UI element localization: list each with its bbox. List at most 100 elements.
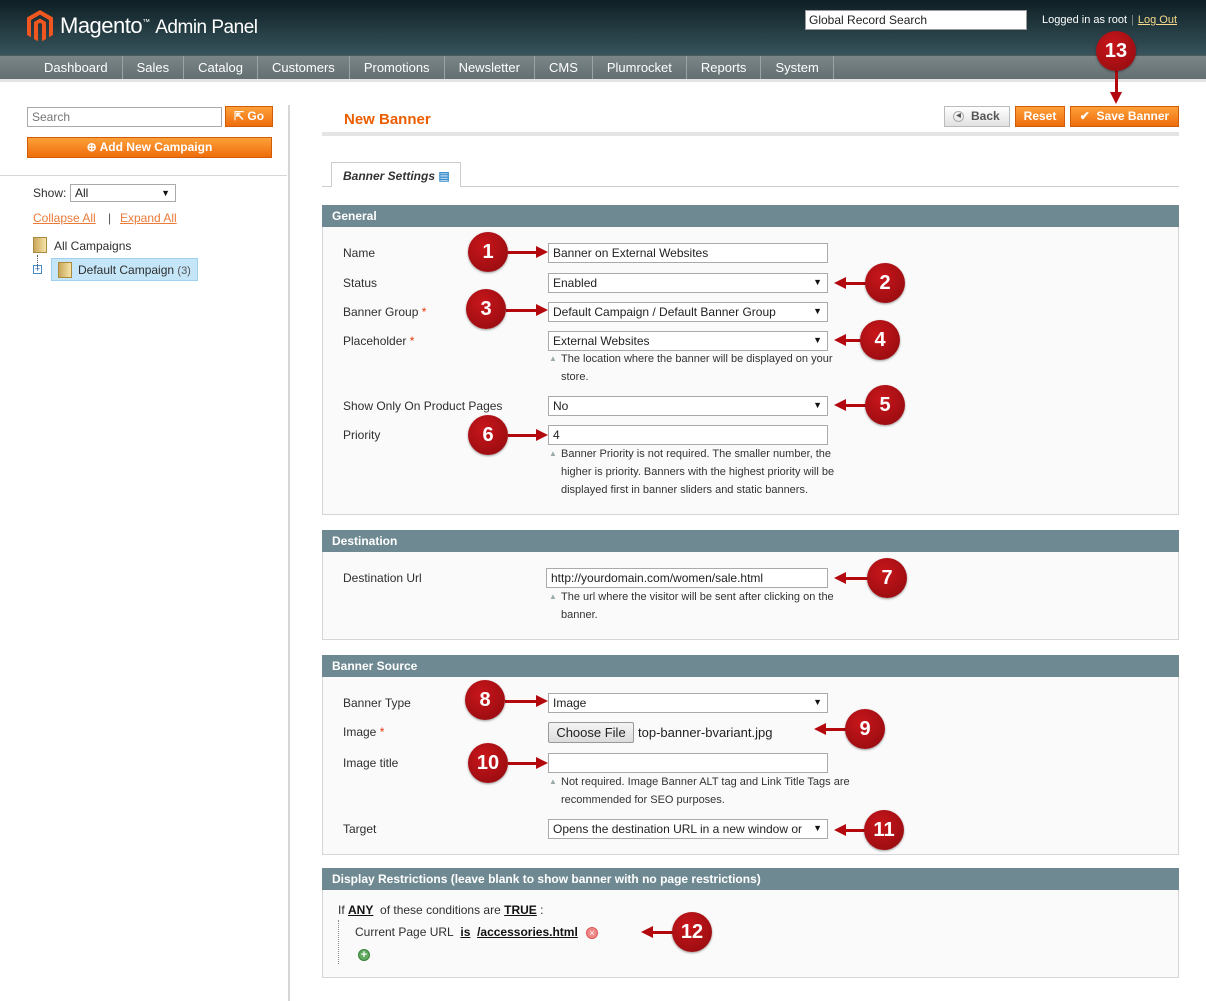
tree-default-campaign[interactable]: Default Campaign (3) xyxy=(51,258,198,281)
image-title-label: Image title xyxy=(343,756,399,770)
save-banner-button[interactable]: ✔ Save Banner xyxy=(1070,106,1179,127)
magento-logo-icon xyxy=(27,10,53,42)
image-title-input[interactable] xyxy=(548,753,828,773)
callout-12: 12 xyxy=(672,912,712,952)
target-label: Target xyxy=(343,822,377,836)
operator-link[interactable]: is xyxy=(460,925,470,939)
add-condition-icon[interactable]: + xyxy=(358,949,370,961)
banner-group-select[interactable]: Default Campaign / Default Banner Group xyxy=(548,302,828,322)
logout-link[interactable]: Log Out xyxy=(1138,14,1177,26)
banner-type-select[interactable]: Image xyxy=(548,693,828,713)
callout-6: 6 xyxy=(468,415,508,455)
reset-button[interactable]: Reset xyxy=(1015,106,1065,127)
callout-arrowhead xyxy=(1110,92,1122,104)
callout-3: 3 xyxy=(466,289,506,329)
name-input[interactable] xyxy=(548,243,828,263)
show-label: Show: xyxy=(33,186,67,200)
banner-group-label: Banner Group * xyxy=(343,305,427,319)
divider xyxy=(0,175,287,176)
show-select[interactable]: All xyxy=(70,184,176,202)
priority-input[interactable] xyxy=(548,425,828,445)
section-source-header: Banner Source xyxy=(322,655,1179,677)
priority-label: Priority xyxy=(343,428,381,442)
global-search-input[interactable] xyxy=(805,10,1027,30)
nav-plumrocket[interactable]: Plumrocket xyxy=(593,56,687,79)
nav-reports[interactable]: Reports xyxy=(687,56,762,79)
back-arrow-icon: ◀ xyxy=(953,111,964,122)
expand-node-icon[interactable]: + xyxy=(33,265,42,274)
check-circle-icon: ✔ xyxy=(1079,109,1090,123)
tab-banner-settings[interactable]: Banner Settings ▤ xyxy=(331,162,461,187)
priority-note: ▲ Banner Priority is not required. The sm… xyxy=(549,448,835,496)
placeholder-note: ▲ The location where the banner will be d… xyxy=(549,353,833,383)
status-select[interactable]: Enabled xyxy=(548,273,828,293)
image-title-note: ▲ Not required. Image Banner ALT tag and … xyxy=(549,776,850,806)
image-label: Image * xyxy=(343,725,385,739)
choose-file-button[interactable]: Choose File xyxy=(548,722,634,743)
nav-catalog[interactable]: Catalog xyxy=(184,56,258,79)
destination-url-note: ▲ The url where the visitor will be sent … xyxy=(549,591,834,621)
condition-row: Current Page URL is /accessories.html xyxy=(355,925,578,939)
placeholder-label: Placeholder * xyxy=(343,334,415,348)
callout-arrow xyxy=(506,304,548,316)
folder-icon xyxy=(33,237,47,253)
nav-customers[interactable]: Customers xyxy=(258,56,350,79)
callout-arrow xyxy=(1115,70,1118,94)
callout-10: 10 xyxy=(468,743,508,783)
condition-tree-line xyxy=(338,920,339,964)
nav-promotions[interactable]: Promotions xyxy=(350,56,445,79)
callout-arrow xyxy=(505,695,548,707)
remove-condition-icon[interactable]: × xyxy=(586,927,598,939)
section-destination-header: Destination xyxy=(322,530,1179,552)
collapse-all-link[interactable]: Collapse All xyxy=(33,211,96,225)
expand-all-link[interactable]: Expand All xyxy=(120,211,177,225)
callout-2: 2 xyxy=(865,263,905,303)
save-icon: ▤ xyxy=(438,169,450,183)
title-divider xyxy=(322,132,1179,136)
callout-7: 7 xyxy=(867,558,907,598)
callout-13: 13 xyxy=(1096,31,1136,71)
callout-arrow xyxy=(508,246,548,258)
add-new-campaign-button[interactable]: ⊕ Add New Campaign xyxy=(27,137,272,158)
campaign-search-input[interactable] xyxy=(27,107,222,127)
placeholder-select[interactable]: External Websites xyxy=(548,331,828,351)
callout-1: 1 xyxy=(468,232,508,272)
file-name: top-banner-bvariant.jpg xyxy=(638,725,773,740)
nav-cms[interactable]: CMS xyxy=(535,56,593,79)
conditions-header: If ANY of these conditions are TRUE : xyxy=(338,903,544,917)
callout-11: 11 xyxy=(864,810,904,850)
separator: | xyxy=(108,211,112,225)
tree-all-campaigns[interactable]: All Campaigns xyxy=(54,239,131,253)
folder-icon xyxy=(58,262,72,278)
section-general-header: General xyxy=(322,205,1179,227)
logo: Magento™ Admin Panel xyxy=(60,13,258,38)
back-button[interactable]: ◀ Back xyxy=(944,106,1010,127)
product-pages-select[interactable]: No xyxy=(548,396,828,416)
target-select[interactable]: Opens the destination URL in a new windo… xyxy=(548,819,828,839)
search-go-icon: ⇱ xyxy=(233,109,245,123)
plus-circle-icon: ⊕ xyxy=(86,140,97,154)
destination-url-label: Destination Url xyxy=(343,571,422,585)
sidebar-divider xyxy=(288,105,290,1001)
product-pages-label: Show Only On Product Pages xyxy=(343,399,503,413)
callout-arrow xyxy=(508,757,548,769)
login-info: Logged in as root | Log Out xyxy=(1042,14,1178,26)
condition-value-link[interactable]: /accessories.html xyxy=(477,925,578,939)
nav-dashboard[interactable]: Dashboard xyxy=(30,56,123,79)
nav-newsletter[interactable]: Newsletter xyxy=(445,56,535,79)
main-nav: Dashboard Sales Catalog Customers Promot… xyxy=(0,55,1206,82)
callout-9: 9 xyxy=(845,709,885,749)
section-restrictions-header: Display Restrictions (leave blank to sho… xyxy=(322,868,1179,890)
callout-8: 8 xyxy=(465,680,505,720)
go-button[interactable]: ⇱ Go xyxy=(225,106,273,127)
name-label: Name xyxy=(343,246,376,260)
aggregator-link[interactable]: ANY xyxy=(348,903,373,917)
status-label: Status xyxy=(343,276,378,290)
callout-5: 5 xyxy=(865,385,905,425)
callout-4: 4 xyxy=(860,320,900,360)
destination-url-input[interactable] xyxy=(546,568,828,588)
nav-system[interactable]: System xyxy=(761,56,834,79)
callout-arrow xyxy=(508,429,548,441)
nav-sales[interactable]: Sales xyxy=(123,56,185,79)
value-link[interactable]: TRUE xyxy=(504,903,537,917)
